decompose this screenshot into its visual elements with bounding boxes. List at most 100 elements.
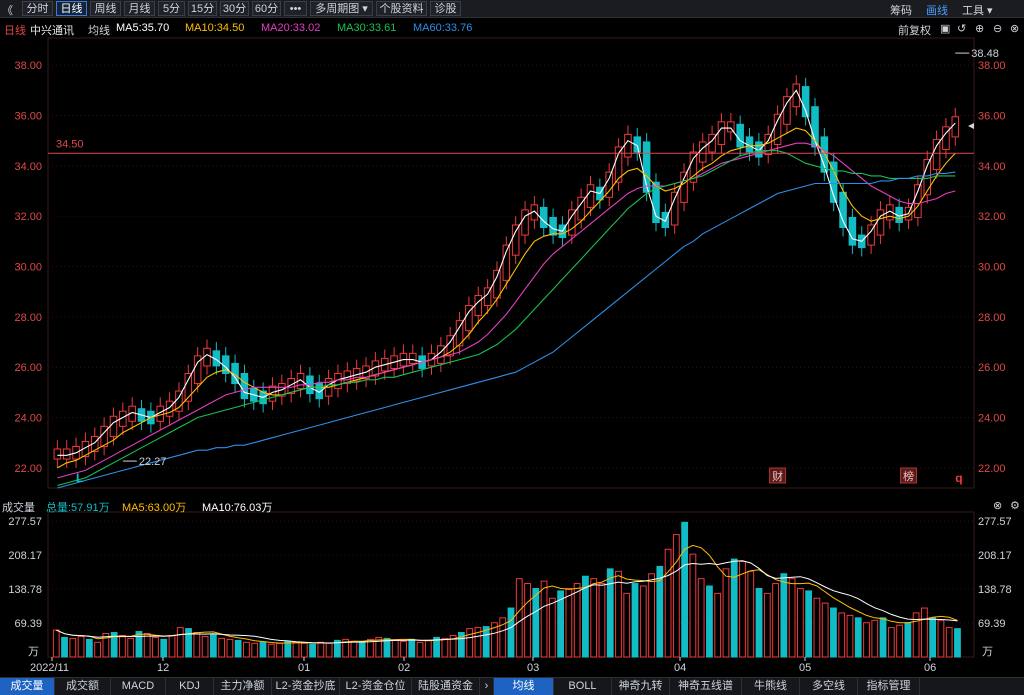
candlestick[interactable] [53, 440, 62, 468]
volume-bar[interactable] [408, 638, 416, 658]
volume-bar[interactable] [772, 583, 779, 658]
candlestick[interactable] [876, 201, 885, 244]
volume-bar[interactable] [920, 607, 928, 658]
candlestick[interactable] [942, 118, 950, 159]
volume-bar[interactable] [672, 534, 680, 658]
volume-bar[interactable] [532, 587, 540, 658]
event-marker[interactable]: 榜 [900, 467, 918, 484]
candlestick[interactable] [175, 382, 183, 421]
volume-bar[interactable] [813, 597, 821, 658]
candlestick[interactable] [773, 105, 782, 154]
volume-bar[interactable] [954, 628, 961, 658]
candlestick[interactable] [867, 216, 875, 254]
volume-bar[interactable] [714, 592, 722, 658]
volume-bar[interactable] [846, 614, 854, 658]
volume-bar[interactable] [391, 639, 399, 658]
candlestick[interactable] [717, 112, 726, 154]
volume-bar[interactable] [309, 643, 316, 658]
volume-bar[interactable] [631, 583, 639, 658]
candlestick[interactable] [727, 112, 735, 141]
indicator-tab-0[interactable]: 成交量 [0, 678, 55, 695]
candlestick[interactable] [511, 216, 520, 264]
indicator-tab-12[interactable]: 神奇五线谱 [670, 678, 742, 695]
indicator-tab-9[interactable]: 均线 [494, 678, 554, 695]
volume-bar[interactable] [209, 633, 217, 658]
indicator-tab-4[interactable]: 主力净额 [214, 678, 272, 695]
volume-bar[interactable] [507, 607, 515, 658]
volume-bar[interactable] [284, 640, 292, 658]
volume-bar[interactable] [697, 578, 705, 658]
volume-bar[interactable] [85, 638, 93, 658]
volume-bar[interactable] [863, 622, 870, 658]
indicator-tab-2[interactable]: MACD [111, 678, 166, 695]
candlestick[interactable] [932, 130, 941, 179]
candlestick[interactable] [764, 125, 772, 164]
volume-bar[interactable] [648, 573, 655, 658]
candlestick[interactable] [409, 344, 417, 373]
volume-bar[interactable] [441, 637, 449, 658]
volume-bar[interactable] [300, 642, 308, 658]
candlestick[interactable] [240, 364, 249, 408]
volume-bar[interactable] [416, 641, 424, 658]
volume-bar[interactable] [854, 617, 862, 658]
indicator-tab-15[interactable]: 指标管理 [858, 678, 920, 695]
volume-bar[interactable] [615, 570, 622, 658]
volume-bar[interactable] [69, 637, 77, 658]
candlestick[interactable] [848, 208, 857, 254]
volume-bar[interactable] [904, 622, 912, 658]
volume-bar[interactable] [879, 617, 887, 658]
volume-bar[interactable] [763, 592, 771, 658]
volume-bar[interactable] [466, 628, 474, 658]
volume-bar[interactable] [143, 632, 151, 658]
volume-bar[interactable] [243, 641, 250, 658]
indicator-tab-7[interactable]: 陆股通资金 [412, 678, 480, 695]
volume-bar[interactable] [821, 602, 829, 658]
candlestick[interactable] [100, 417, 108, 456]
candlestick[interactable] [455, 311, 464, 355]
candlestick[interactable] [184, 364, 193, 410]
volume-bar[interactable] [887, 627, 895, 658]
volume-bar[interactable] [94, 641, 102, 658]
indicator-tab-11[interactable]: 神奇九转 [612, 678, 670, 695]
volume-bar[interactable] [755, 587, 763, 658]
volume-bar[interactable] [201, 635, 209, 658]
volume-bar[interactable] [292, 641, 300, 658]
volume-bar[interactable] [524, 583, 531, 658]
kline-chart[interactable]: 34.50 38.48 22.27 L 财 榜 q 38.00 38.00 36.00 36.00… [0, 0, 1024, 695]
volume-bar[interactable] [119, 634, 126, 658]
volume-bar[interactable] [664, 548, 672, 658]
volume-bar[interactable] [152, 636, 159, 658]
volume-bar[interactable] [598, 583, 606, 658]
volume-settings-icon[interactable]: ⚙ [1010, 499, 1020, 512]
volume-bar[interactable] [251, 642, 259, 658]
volume-bar[interactable] [350, 640, 358, 658]
volume-bar[interactable] [929, 617, 937, 658]
event-marker[interactable]: q [955, 471, 962, 485]
candlestick[interactable] [680, 163, 688, 212]
candlestick[interactable] [642, 133, 651, 202]
volume-bar[interactable] [325, 642, 333, 658]
volume-bar[interactable] [871, 619, 879, 658]
volume-bar[interactable] [267, 643, 275, 658]
event-marker[interactable]: L [76, 471, 83, 485]
volume-bar[interactable] [896, 624, 903, 658]
volume-bar[interactable] [722, 568, 730, 658]
candlestick[interactable] [446, 326, 454, 365]
volume-bar[interactable] [168, 634, 176, 658]
volume-bar[interactable] [573, 583, 581, 658]
volume-bar[interactable] [193, 632, 201, 658]
volume-bar[interactable] [515, 578, 523, 658]
volume-bar[interactable] [747, 570, 755, 658]
volume-bar[interactable] [424, 639, 432, 658]
volume-bar[interactable] [259, 641, 267, 658]
indicator-tab-14[interactable]: 多空线 [800, 678, 858, 695]
volume-bar[interactable] [176, 627, 184, 658]
indicator-tab-3[interactable]: KDJ [166, 678, 214, 695]
volume-bar[interactable] [234, 639, 242, 658]
candlestick[interactable] [465, 296, 473, 340]
candlestick[interactable] [783, 87, 791, 134]
candlestick[interactable] [698, 133, 707, 171]
indicator-tab-13[interactable]: 牛熊线 [742, 678, 800, 695]
volume-bar[interactable] [548, 597, 556, 658]
volume-bar[interactable] [830, 607, 837, 658]
